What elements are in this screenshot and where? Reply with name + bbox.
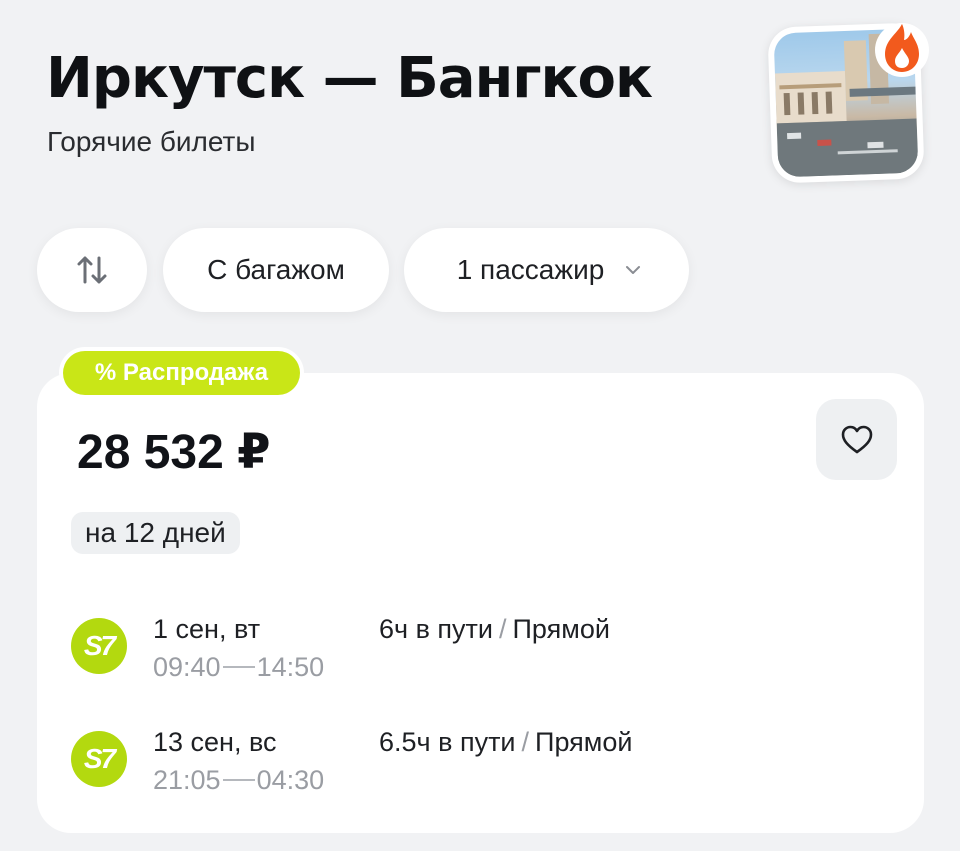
flight-date: 1 сен, вт	[153, 614, 261, 644]
passengers-label: 1 пассажир	[456, 254, 605, 285]
arrive-time: 04:30	[256, 765, 325, 795]
s7-airline-logo: S7	[71, 618, 127, 674]
flight-times: 21:05 04:30	[153, 765, 324, 796]
travel-time: 6.5ч в пути	[379, 727, 516, 757]
depart-time: 09:40	[153, 652, 221, 682]
swap-direction-button[interactable]	[37, 228, 147, 312]
baggage-filter-button[interactable]: С багажом	[163, 228, 389, 312]
flight-segment-outbound: S7 1 сен, вт 09:40 14:50 6ч в пути / Прямой	[71, 612, 691, 692]
flight-date: 13 сен, вс	[153, 727, 277, 757]
flight-duration: 6ч в пути / Прямой	[379, 614, 610, 644]
flight-duration: 6.5ч в пути / Прямой	[379, 727, 633, 757]
page-subtitle: Горячие билеты	[47, 126, 256, 157]
chevron-down-icon	[624, 264, 642, 276]
s7-airline-logo: S7	[71, 731, 127, 787]
depart-time: 21:05	[153, 765, 221, 795]
travel-time: 6ч в пути	[379, 614, 493, 644]
swap-vertical-icon	[77, 256, 107, 284]
sale-badge: % Распродажа	[63, 351, 300, 395]
offer-price: 28 532 ₽	[77, 426, 271, 479]
passengers-dropdown[interactable]: 1 пассажир	[404, 228, 689, 312]
flight-times: 09:40 14:50	[153, 652, 324, 683]
baggage-filter-label: С багажом	[207, 254, 345, 285]
fire-icon	[875, 23, 929, 77]
flight-type: Прямой	[512, 614, 610, 644]
page-title: Иркутск — Бангкок	[46, 46, 653, 111]
flight-type: Прямой	[535, 727, 633, 757]
heart-icon	[841, 425, 872, 453]
arrive-time: 14:50	[256, 652, 325, 682]
trip-duration-badge: на 12 дней	[71, 512, 240, 554]
destination-thumbnail	[767, 22, 929, 184]
favorite-button[interactable]	[816, 399, 897, 480]
flight-segment-return: S7 13 сен, вс 21:05 04:30 6.5ч в пути / Пря…	[71, 725, 691, 805]
